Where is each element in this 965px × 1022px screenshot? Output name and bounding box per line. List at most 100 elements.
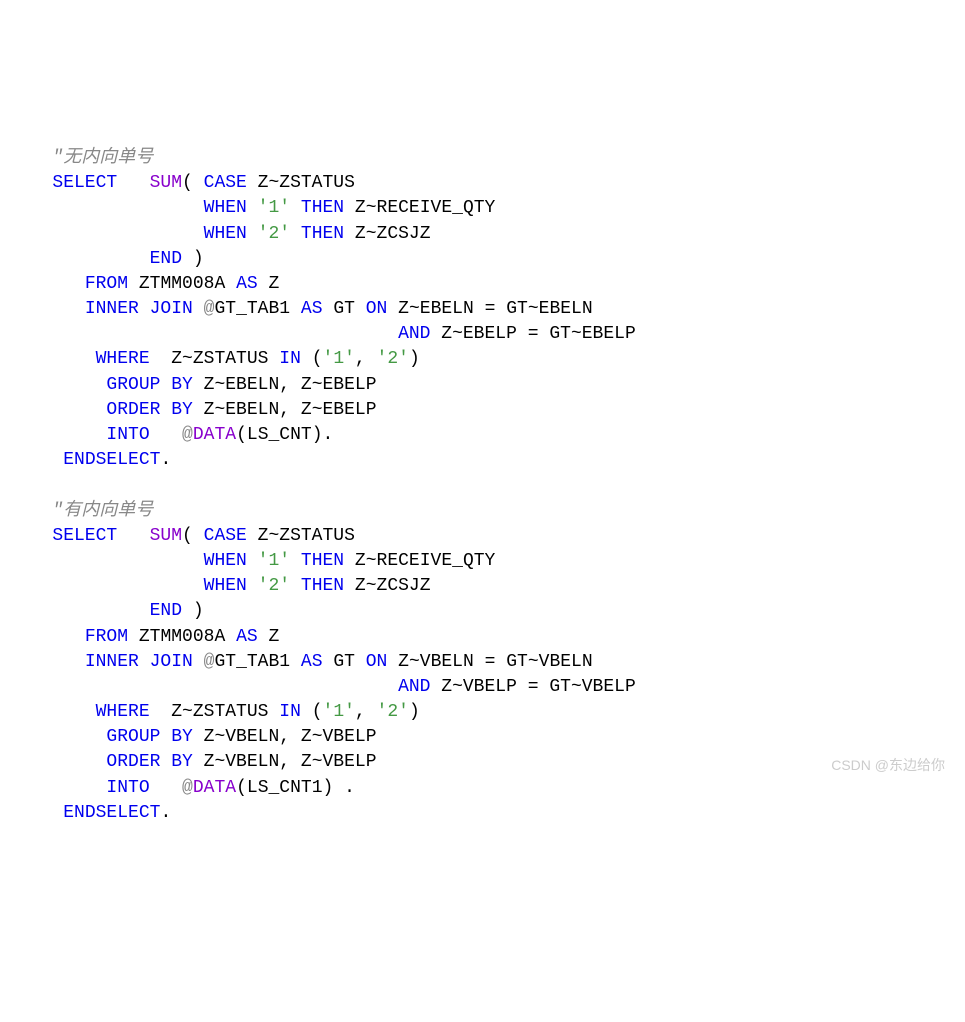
- select-kw: SELECT: [52, 526, 117, 546]
- comma: ,: [279, 752, 290, 772]
- str: '2': [377, 349, 409, 369]
- paren-close: ): [193, 249, 204, 269]
- f2: Z~VBELP: [301, 727, 377, 747]
- f1: Z~EBELN: [204, 400, 280, 420]
- table: ZTMM008A: [139, 627, 225, 647]
- comment1: "无内向单号: [52, 148, 153, 168]
- comment-line: "无内向单号: [20, 148, 153, 168]
- field: Z~ZCSJZ: [355, 576, 431, 596]
- paren: (: [312, 702, 323, 722]
- at-sign: @: [204, 652, 215, 672]
- period: .: [323, 425, 334, 445]
- field: GT~VBELP: [549, 677, 635, 697]
- group-line: GROUP BY Z~VBELN, Z~VBELP: [20, 727, 377, 747]
- sum-kw: SUM: [150, 173, 182, 193]
- when-line: WHEN '2' THEN Z~ZCSJZ: [20, 576, 431, 596]
- f1: Z~EBELN: [204, 375, 280, 395]
- paren: ): [409, 349, 420, 369]
- var: LS_CNT: [247, 425, 312, 445]
- paren: ): [312, 425, 323, 445]
- data-kw: DATA: [193, 425, 236, 445]
- into-kw: INTO: [106, 425, 149, 445]
- field: Z~VBELP: [441, 677, 517, 697]
- tab: GT_TAB1: [214, 299, 290, 319]
- f1: Z~VBELN: [204, 727, 280, 747]
- field: Z~ZSTATUS: [258, 526, 355, 546]
- when-line: WHEN '1' THEN Z~RECEIVE_QTY: [20, 551, 495, 571]
- comma: ,: [355, 349, 366, 369]
- in-kw: IN: [279, 349, 301, 369]
- comma: ,: [279, 375, 290, 395]
- end-line: END ): [20, 249, 204, 269]
- str-val: '1': [258, 551, 290, 571]
- endselect-kw: ENDSELECT: [63, 803, 160, 823]
- endselect-line: ENDSELECT.: [20, 803, 171, 823]
- select-line: SELECT SUM( CASE Z~ZSTATUS: [20, 173, 355, 193]
- str: '1': [323, 349, 355, 369]
- from-kw: FROM: [85, 627, 128, 647]
- comma: ,: [355, 702, 366, 722]
- comment2: "有内向单号: [52, 501, 153, 521]
- group-line: GROUP BY Z~EBELN, Z~EBELP: [20, 375, 377, 395]
- field: GT~EBELN: [506, 299, 592, 319]
- join-kw: INNER JOIN: [85, 299, 193, 319]
- then-kw: THEN: [301, 576, 344, 596]
- and-kw: AND: [398, 324, 430, 344]
- field: Z~ZSTATUS: [171, 702, 268, 722]
- sum-kw: SUM: [150, 526, 182, 546]
- when-line: WHEN '1' THEN Z~RECEIVE_QTY: [20, 198, 495, 218]
- group-kw: GROUP BY: [106, 375, 192, 395]
- at-sign: @: [204, 299, 215, 319]
- eq: =: [485, 299, 496, 319]
- join-kw: INNER JOIN: [85, 652, 193, 672]
- on-kw: ON: [366, 652, 388, 672]
- field: Z~VBELN: [398, 652, 474, 672]
- when-kw: WHEN: [204, 198, 247, 218]
- order-kw: ORDER BY: [106, 752, 192, 772]
- table: ZTMM008A: [139, 274, 225, 294]
- select-kw: SELECT: [52, 173, 117, 193]
- field: Z~EBELP: [441, 324, 517, 344]
- when-kw: WHEN: [204, 576, 247, 596]
- where-kw: WHERE: [96, 702, 150, 722]
- period: .: [160, 450, 171, 470]
- case-kw: CASE: [204, 173, 247, 193]
- field: Z~ZSTATUS: [258, 173, 355, 193]
- then-kw: THEN: [301, 198, 344, 218]
- eq: =: [485, 652, 496, 672]
- end-line: END ): [20, 601, 204, 621]
- then-kw: THEN: [301, 551, 344, 571]
- join-line: INNER JOIN @GT_TAB1 AS GT ON Z~EBELN = G…: [20, 299, 593, 319]
- when-kw: WHEN: [204, 224, 247, 244]
- var: LS_CNT1: [247, 778, 323, 798]
- paren-open: (: [182, 173, 204, 193]
- str: '1': [323, 702, 355, 722]
- str-val: '2': [258, 224, 290, 244]
- alias: Z: [269, 627, 280, 647]
- into-line: INTO @DATA(LS_CNT).: [20, 425, 333, 445]
- field: Z~EBELN: [398, 299, 474, 319]
- into-line: INTO @DATA(LS_CNT1) .: [20, 778, 355, 798]
- and-line: AND Z~EBELP = GT~EBELP: [20, 324, 636, 344]
- period: .: [160, 803, 171, 823]
- paren: (: [312, 349, 323, 369]
- data-kw: DATA: [193, 778, 236, 798]
- when-line: WHEN '2' THEN Z~ZCSJZ: [20, 224, 431, 244]
- from-kw: FROM: [85, 274, 128, 294]
- field: Z~RECEIVE_QTY: [355, 551, 495, 571]
- paren-close: ): [193, 601, 204, 621]
- order-line: ORDER BY Z~VBELN, Z~VBELP: [20, 752, 377, 772]
- from-line: FROM ZTMM008A AS Z: [20, 274, 279, 294]
- eq: =: [528, 324, 539, 344]
- end-kw: END: [150, 249, 182, 269]
- as-kw: AS: [301, 299, 323, 319]
- field: GT~EBELP: [549, 324, 635, 344]
- comma: ,: [279, 400, 290, 420]
- paren: (: [236, 425, 247, 445]
- str-val: '2': [258, 576, 290, 596]
- paren-open: (: [182, 526, 204, 546]
- order-line: ORDER BY Z~EBELN, Z~EBELP: [20, 400, 377, 420]
- str: '2': [377, 702, 409, 722]
- case-kw: CASE: [204, 526, 247, 546]
- field: GT~VBELN: [506, 652, 592, 672]
